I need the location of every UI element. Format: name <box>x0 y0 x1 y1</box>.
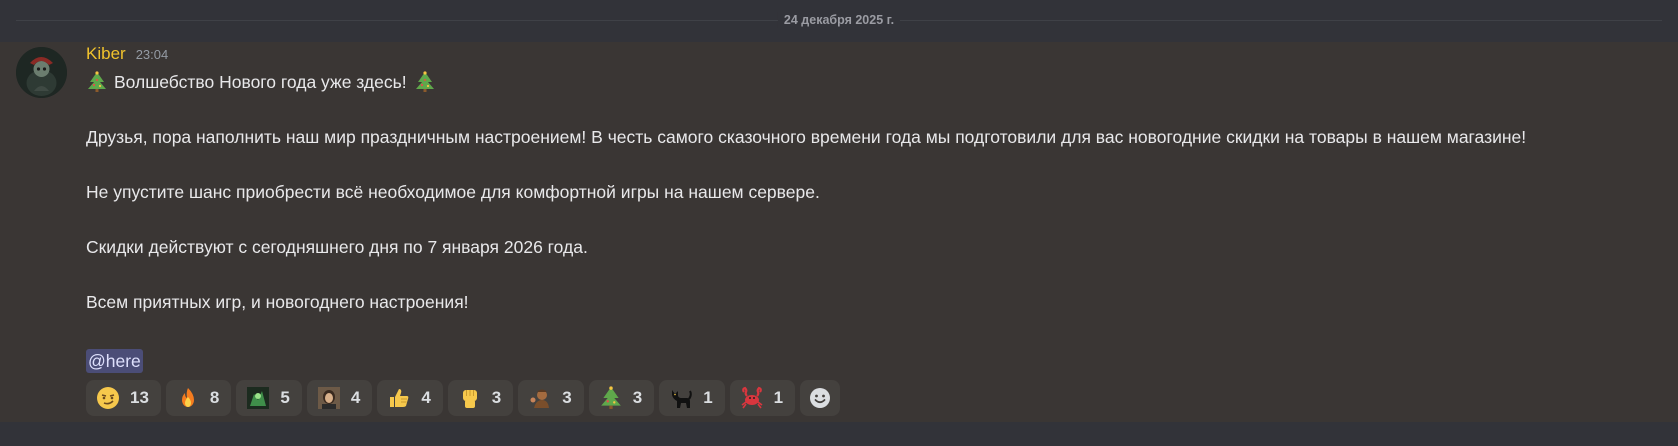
add-reaction-button[interactable] <box>800 380 841 416</box>
message-title-text: Волшебство Нового года уже здесь! <box>114 72 407 92</box>
reaction-custom-character[interactable]: 3 <box>518 380 584 416</box>
reaction-count: 3 <box>491 388 502 407</box>
date-divider-label: 24 декабря 2025 г. <box>777 12 901 28</box>
message-title-line: Волшебство Нового года уже здесь! <box>86 70 1666 94</box>
message[interactable]: Kiber 23:04 Волшебство Нового года уже з… <box>0 42 1678 422</box>
add-reaction-smiley-icon <box>810 388 831 408</box>
message-paragraph: Не упустите шанс приобрести всё необходи… <box>86 182 820 202</box>
raised-fist-icon <box>462 390 477 408</box>
custom-green-emoji-icon <box>247 387 270 409</box>
reaction-count: 13 <box>130 388 149 407</box>
reaction-fire[interactable]: 8 <box>165 380 232 416</box>
christmas-tree-icon <box>88 71 106 92</box>
reaction-raised-fist[interactable]: 3 <box>447 380 514 416</box>
fire-icon <box>181 388 194 407</box>
message-paragraph: Скидки действуют с сегодняшнего дня по 7… <box>86 237 588 257</box>
reaction-custom-green[interactable]: 5 <box>236 380 302 416</box>
message-paragraph: Всем приятных игр, и новогоднего настрое… <box>86 292 469 312</box>
reaction-count: 4 <box>421 388 431 407</box>
here-mention[interactable]: @here <box>86 349 143 373</box>
custom-character-emoji-icon <box>530 389 550 408</box>
reaction-count: 4 <box>350 388 361 407</box>
christmas-tree-icon <box>600 386 621 409</box>
reaction-count: 3 <box>632 388 643 407</box>
crab-icon <box>741 386 763 409</box>
message-content: Волшебство Нового года уже здесь! Друзья… <box>86 70 1666 373</box>
chat-view: 24 декабря 2025 г. Kiber 23:04 Волшебств… <box>0 0 1678 446</box>
message-header: Kiber 23:04 <box>86 44 168 66</box>
reaction-custom-portrait[interactable]: 4 <box>306 380 373 416</box>
smirk-face-icon <box>97 387 119 409</box>
message-paragraph: Друзья, пора наполнить наш мир праздничн… <box>86 127 1527 147</box>
avatar-image <box>16 47 67 98</box>
reaction-christmas-tree[interactable]: 3 <box>588 380 655 416</box>
reaction-count: 1 <box>703 388 713 407</box>
reaction-count: 5 <box>280 388 290 407</box>
avatar[interactable] <box>16 47 67 98</box>
black-cat-icon <box>672 390 692 408</box>
reaction-crab[interactable]: 1 <box>729 380 796 416</box>
author-name[interactable]: Kiber <box>86 44 126 64</box>
message-timestamp[interactable]: 23:04 <box>136 47 169 62</box>
reaction-count: 8 <box>209 388 220 407</box>
thumbs-up-icon <box>390 389 409 407</box>
custom-portrait-emoji-icon <box>317 387 340 409</box>
reaction-count: 1 <box>773 388 784 407</box>
reaction-black-cat[interactable]: 1 <box>659 380 725 416</box>
christmas-tree-icon <box>415 71 434 92</box>
reaction-count: 3 <box>562 388 572 407</box>
reactions-bar: 13 8 5 4 4 3 3 3 1 1 <box>86 380 841 416</box>
reaction-thumbs-up[interactable]: 4 <box>377 380 443 416</box>
reaction-smirk[interactable]: 13 <box>86 380 161 416</box>
